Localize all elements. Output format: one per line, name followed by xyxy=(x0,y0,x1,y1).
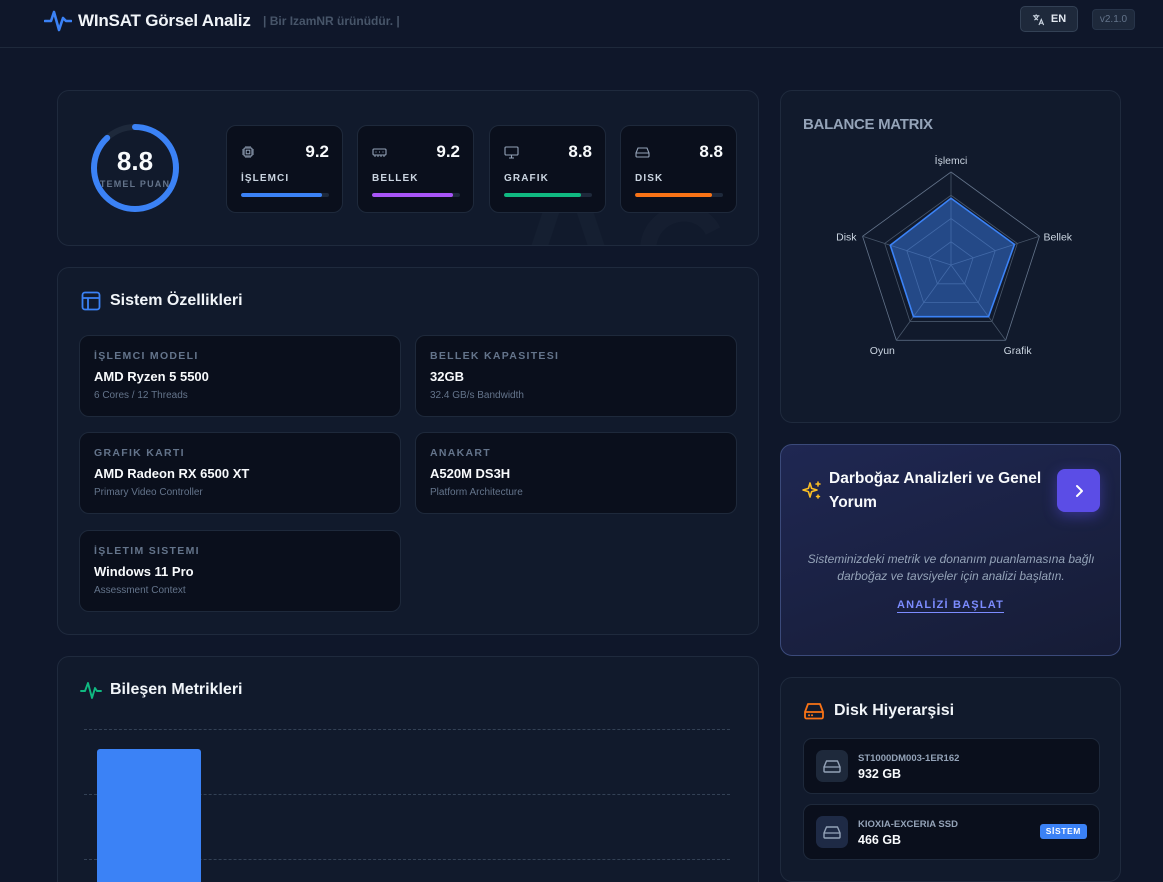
language-label: EN xyxy=(1050,13,1067,25)
activity-icon xyxy=(80,682,102,699)
hard-drive-icon xyxy=(804,703,824,720)
analysis-title: Darboğaz Analizleri ve Genel Yorum xyxy=(829,470,1042,511)
metric-graphics: 8.8 GRAFIK xyxy=(489,125,606,213)
radar-axis-label: Oyun xyxy=(870,345,895,357)
memory-icon xyxy=(372,148,387,157)
radar-axis-label: Disk xyxy=(836,231,857,243)
spec-value: A520M DS3H xyxy=(430,466,511,481)
spec-motherboard: ANAKART A520M DS3H Platform Architecture xyxy=(415,432,737,514)
metric-label: BELLEK xyxy=(372,173,419,184)
metric-bar xyxy=(504,193,592,197)
translate-icon xyxy=(1032,13,1044,25)
metric-label: GRAFIK xyxy=(504,173,549,184)
cpu-icon xyxy=(242,146,254,158)
section-title: Sistem Özellikleri xyxy=(110,292,243,309)
score-card: 8.8 TEMEL PUAN 9.2 İŞLEMCI 9.2 BELLEK 8.… xyxy=(57,90,759,246)
balance-matrix-card: BALANCE MATRIX İşlemci Bellek Grafik Oyun Di… xyxy=(780,90,1121,423)
disk-hierarchy-card: Disk Hiyerarşisi ST1000DM003-1ER162 932 … xyxy=(780,677,1121,882)
monitor-icon xyxy=(504,146,519,159)
app-title: WInSAT Görsel Analiz xyxy=(78,11,251,30)
metric-bar xyxy=(241,193,329,197)
spec-os: İŞLETIM SISTEMI Windows 11 Pro Assessmen… xyxy=(79,530,401,612)
radar-chart: İşlemci Bellek Grafik Oyun Disk xyxy=(836,154,1073,357)
metric-label: İŞLEMCI xyxy=(241,173,290,184)
metric-label: DISK xyxy=(635,173,664,184)
radar-axis-label: Bellek xyxy=(1043,231,1072,243)
spec-value: Windows 11 Pro xyxy=(94,564,194,579)
spec-label: GRAFIK KARTI xyxy=(94,447,185,459)
system-specs-card: Sistem Özellikleri İŞLEMCI MODELI AMD Ry… xyxy=(57,267,759,635)
metric-memory: 9.2 BELLEK xyxy=(357,125,474,213)
spec-label: İŞLETIM SISTEMI xyxy=(94,545,200,557)
app-header: WInSAT Görsel Analiz | Bir IzamNR ürünüd… xyxy=(0,0,1163,48)
spec-label: BELLEK KAPASITESI xyxy=(430,350,560,362)
spec-cpu-model: İŞLEMCI MODELI AMD Ryzen 5 5500 6 Cores … xyxy=(79,335,401,417)
system-disk-badge: SİSTEM xyxy=(1039,824,1087,839)
chart-bar xyxy=(97,749,201,882)
app-subtitle: | Bir IzamNR ürünüdür. | xyxy=(263,14,400,28)
start-analysis-link[interactable]: ANALİZİ BAŞLAT xyxy=(781,599,1120,613)
pulse-logo-icon xyxy=(44,10,72,32)
component-metrics-card: Bileşen Metrikleri xyxy=(57,656,759,882)
section-title: Disk Hiyerarşisi xyxy=(834,702,955,719)
metric-bar xyxy=(635,193,723,197)
spec-value: 32GB xyxy=(430,369,464,384)
spec-value: AMD Ryzen 5 5500 xyxy=(94,369,209,384)
radar-axis-label: İşlemci xyxy=(935,154,968,167)
disk-size: 466 GB xyxy=(858,833,902,847)
start-analysis-label[interactable]: ANALİZİ BAŞLAT xyxy=(896,599,1005,613)
spec-sub: 6 Cores / 12 Threads xyxy=(94,390,188,401)
spec-graphics-card: GRAFIK KARTI AMD Radeon RX 6500 XT Prima… xyxy=(79,432,401,514)
disk-item[interactable]: ST1000DM003-1ER162 932 GB xyxy=(803,738,1100,794)
metric-value: 9.2 xyxy=(436,142,460,161)
metric-disk: 8.8 DISK xyxy=(620,125,737,213)
disk-name: KIOXIA-EXCERIA SSD xyxy=(858,819,958,830)
analysis-card: Darboğaz Analizleri ve Genel Yorum Siste… xyxy=(780,444,1121,656)
analysis-go-button[interactable] xyxy=(1057,469,1100,512)
spec-sub: Assessment Context xyxy=(94,585,186,596)
layout-icon xyxy=(81,291,101,311)
disk-item[interactable]: KIOXIA-EXCERIA SSD 466 GB SİSTEM xyxy=(803,804,1100,860)
disk-size: 932 GB xyxy=(858,767,902,781)
section-title: Bileşen Metrikleri xyxy=(110,681,243,698)
metric-value: 9.2 xyxy=(305,142,329,161)
score-label: TEMEL PUAN xyxy=(99,179,171,189)
spec-label: ANAKART xyxy=(430,447,492,459)
radar-axis-label: Grafik xyxy=(1004,345,1033,357)
spec-sub: Primary Video Controller xyxy=(94,487,203,498)
language-button[interactable]: EN xyxy=(1020,6,1078,32)
disk-icon xyxy=(635,147,650,158)
version-badge: v2.1.0 xyxy=(1092,9,1135,30)
spec-memory-capacity: BELLEK KAPASITESI 32GB 32.4 GB/s Bandwid… xyxy=(415,335,737,417)
radar-series xyxy=(889,197,1016,318)
analysis-description: Sisteminizdeki metrik ve donanım puanlam… xyxy=(807,552,1095,583)
metric-value: 8.8 xyxy=(568,142,592,161)
drive-icon xyxy=(816,750,848,782)
drive-icon xyxy=(816,816,848,848)
spec-value: AMD Radeon RX 6500 XT xyxy=(94,466,250,481)
grid-line xyxy=(84,729,730,730)
metric-bar xyxy=(372,193,460,197)
metric-cpu: 9.2 İŞLEMCI xyxy=(226,125,343,213)
spec-sub: 32.4 GB/s Bandwidth xyxy=(430,390,524,401)
disk-name: ST1000DM003-1ER162 xyxy=(858,753,960,764)
spec-label: İŞLEMCI MODELI xyxy=(94,350,199,362)
spec-sub: Platform Architecture xyxy=(430,487,523,498)
score-value: 8.8 xyxy=(116,146,154,176)
metric-value: 8.8 xyxy=(699,142,723,161)
chevron-right-icon xyxy=(1075,484,1083,497)
sparkles-icon xyxy=(802,481,821,499)
